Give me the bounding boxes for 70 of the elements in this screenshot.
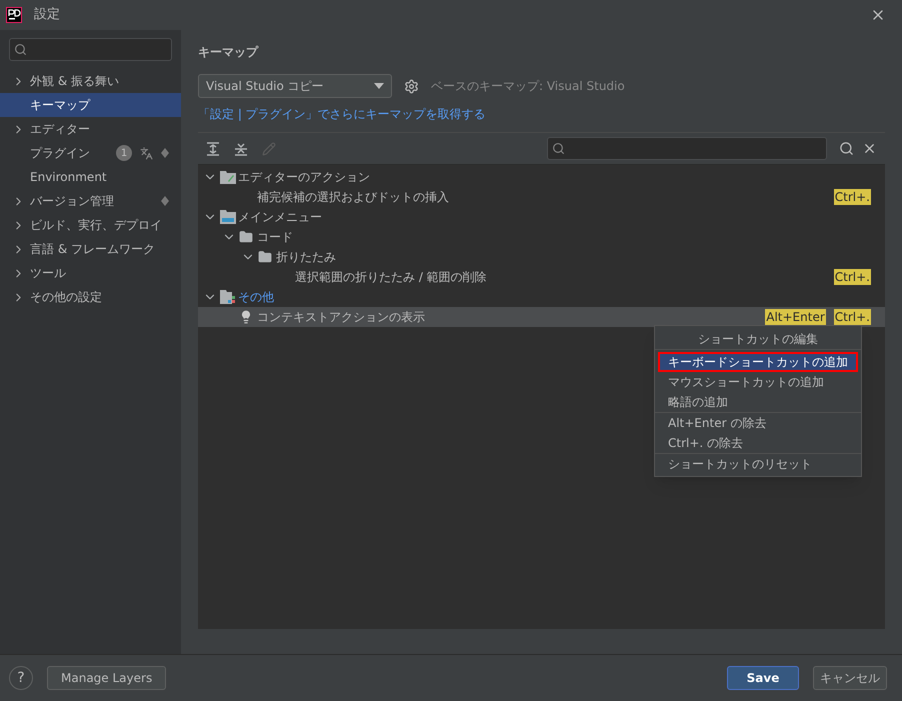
sidebar-item-label: ツール [30,265,66,281]
sidebar-item-label: Environment [30,169,107,185]
folder-icon [239,230,253,244]
expand-all-icon[interactable] [206,142,220,156]
search-field[interactable] [9,38,172,61]
sidebar-item-label: 言語 & フレームワーク [30,241,155,257]
sidebar-item[interactable]: キーマップ [0,93,181,117]
menu-item[interactable]: 略語の追加 [658,392,858,412]
shortcut-badge: Alt+Enter [765,309,826,325]
menu-title: ショートカットの編集 [655,328,861,350]
cancel-button[interactable]: キャンセル [813,666,887,690]
sidebar-item[interactable]: その他の設定 [0,285,181,309]
sidebar-item[interactable]: ツール [0,261,181,285]
sidebar-item-label: プラグイン [30,145,90,161]
sidebar-item-label: 外観 & 振る舞い [30,73,119,89]
close-icon[interactable] [862,141,877,156]
sidebar-item[interactable]: Environment [0,165,181,189]
find-shortcut-icon[interactable] [839,141,854,156]
tree-node-label[interactable]: コード [257,229,293,245]
sidebar-item-label: その他の設定 [30,289,102,305]
tree-node-label[interactable]: 折りたたみ [276,249,336,265]
plugins-link[interactable]: 「設定 | プラグイン」でさらにキーマップを取得する [198,106,885,122]
search-icon [14,43,27,56]
sidebar-item-label: キーマップ [30,97,90,113]
folder-edit-icon [220,170,236,184]
sidebar-item[interactable]: ビルド、実行、デプロイ [0,213,181,237]
menu-item[interactable]: Ctrl+. の除去 [658,433,858,453]
tree-node-label[interactable]: 選択範囲の折りたたみ / 範囲の削除 [295,269,487,285]
diamond-icon [161,148,169,158]
shortcut-badge: Ctrl+. [834,309,871,325]
menu-item[interactable]: ショートカットのリセット [658,454,858,474]
tree-node-label[interactable]: エディターのアクション [238,169,370,185]
diamond-icon [161,196,169,206]
sidebar-item[interactable]: 言語 & フレームワーク [0,237,181,261]
sidebar-item[interactable]: エディター [0,117,181,141]
keymap-dropdown[interactable]: Visual Studio コピー [198,74,392,98]
help-button[interactable]: ? [9,666,33,690]
app-logo-icon [6,7,22,23]
menu-item[interactable]: キーボードショートカットの追加 [658,352,858,372]
save-button[interactable]: Save [727,666,799,690]
sidebar-item-label: バージョン管理 [30,193,114,209]
search-icon [552,142,565,155]
window-title: 設定 [34,6,60,24]
tree-node-label[interactable]: 補完候補の選択およびドットの挿入 [257,189,449,205]
menu-item[interactable]: マウスショートカットの追加 [658,372,858,392]
shortcut-badge: Ctrl+. [834,189,871,205]
translate-icon [140,146,153,160]
page-title: キーマップ [198,44,260,60]
folder-dots-icon [220,290,236,304]
manage-layers-button[interactable]: Manage Layers [47,666,166,690]
sidebar-item[interactable]: プラグイン 1 [0,141,181,165]
count-badge: 1 [116,145,132,161]
sidebar-item[interactable]: バージョン管理 [0,189,181,213]
lightbulb-icon [239,310,253,324]
folder-icon [258,250,272,264]
tree-node-label[interactable]: その他 [238,289,274,305]
base-keymap-label: ベースのキーマップ: Visual Studio [431,78,625,94]
sidebar-item-label: ビルド、実行、デプロイ [30,217,162,233]
edit-icon [262,142,276,156]
menu-window-icon [220,210,236,224]
tree-node-label[interactable]: コンテキストアクションの表示 [257,309,425,325]
shortcut-badge: Ctrl+. [834,269,871,285]
sidebar-item[interactable]: 外観 & 振る舞い [0,69,181,93]
shortcut-search-field[interactable] [547,137,827,160]
settings-icon[interactable] [404,78,419,94]
collapse-all-icon[interactable] [234,142,248,156]
tree-node-label[interactable]: メインメニュー [238,209,322,225]
dropdown-arrow-icon [374,83,384,89]
menu-item[interactable]: Alt+Enter の除去 [658,413,858,433]
sidebar-item-label: エディター [30,121,90,137]
